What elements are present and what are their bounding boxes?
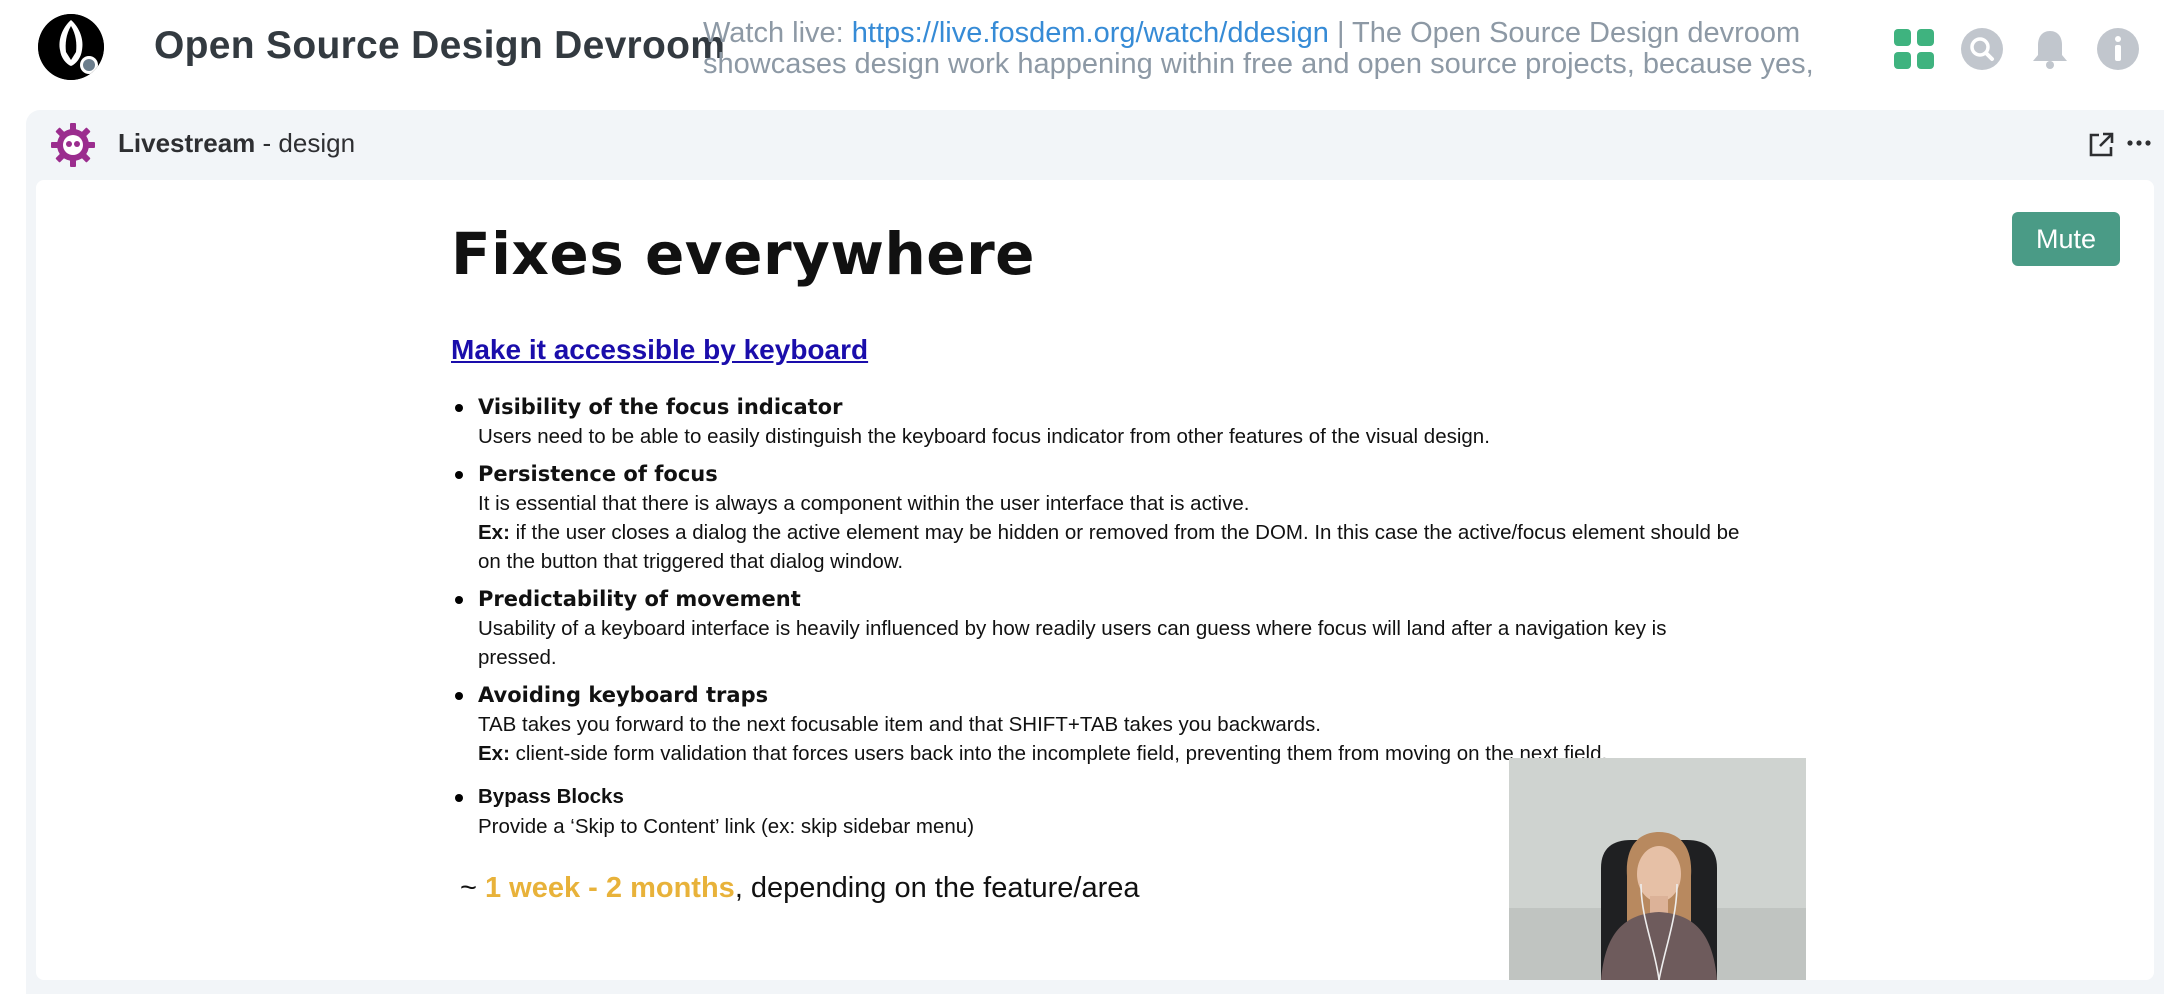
widget-title-bold: Livestream: [118, 128, 256, 158]
room-avatar[interactable]: [38, 14, 104, 80]
bullet-heading: Predictability of movement: [478, 587, 801, 611]
speaker-camera-feed: [1509, 758, 1806, 980]
estimate-text: , depending on the feature/area: [734, 872, 1140, 904]
bullet-heading: Persistence of focus: [478, 462, 718, 486]
example-text: client-side form validation that forces …: [509, 742, 1608, 765]
example-label: Ex:: [478, 521, 510, 544]
widget-title-rest: - design: [255, 128, 356, 158]
example-text: if the user closes a dialog the active e…: [478, 521, 1740, 573]
estimate-prefix: ~: [460, 872, 485, 904]
livestream-video[interactable]: Fixes everywhere Make it accessible by k…: [36, 180, 2154, 980]
bullet-heading: Visibility of the focus indicator: [478, 395, 843, 419]
popout-icon[interactable]: [2086, 130, 2116, 160]
speaker-figure: [1509, 758, 1806, 980]
bullet-text: Users need to be able to easily distingu…: [478, 425, 1490, 448]
room-name: Open Source Design Devroom: [154, 24, 726, 67]
topic-link[interactable]: https://live.fosdem.org/watch/ddesign: [852, 18, 1329, 49]
list-item: Visibility of the focus indicator Users …: [451, 392, 1741, 451]
info-icon[interactable]: [2096, 27, 2140, 71]
time-estimate: ~ 1 week - 2 months, depending on the fe…: [460, 872, 1140, 905]
list-item: Avoiding keyboard traps TAB takes you fo…: [451, 680, 1741, 768]
room-topic[interactable]: Watch live: https://live.fosdem.org/watc…: [703, 18, 1873, 82]
widget-title: Livestream - design: [118, 128, 355, 159]
example-label: Ex:: [478, 742, 510, 765]
list-item: Predictability of movement Usability of …: [451, 584, 1741, 672]
bullet-text: Usability of a keyboard interface is hea…: [478, 617, 1667, 669]
more-options-icon[interactable]: [2124, 128, 2154, 158]
bullet-text: TAB takes you forward to the next focusa…: [478, 713, 1321, 736]
bell-icon[interactable]: [2028, 27, 2072, 71]
bullet-heading: Avoiding keyboard traps: [478, 683, 769, 707]
room-header: Open Source Design Devroom Watch live: h…: [0, 0, 2164, 100]
mute-button[interactable]: Mute: [2012, 212, 2120, 266]
search-icon[interactable]: [1960, 27, 2004, 71]
widget-header: Livestream - design: [26, 110, 2164, 180]
list-item: Persistence of focus It is essential tha…: [451, 459, 1741, 576]
estimate-highlight: 1 week - 2 months: [485, 872, 735, 904]
slide-subheading-link: Make it accessible by keyboard: [451, 334, 869, 365]
bullet-text: It is essential that there is always a c…: [478, 492, 1250, 515]
slide-title: Fixes everywhere: [451, 220, 1036, 288]
bullet-example: Ex: if the user closes a dialog the acti…: [478, 518, 1741, 576]
widget-app-icon: [50, 122, 96, 168]
topic-prefix: Watch live:: [703, 18, 852, 49]
livestream-widget: Livestream - design Fixes everywhere Mak…: [26, 110, 2164, 994]
apps-grid-icon[interactable]: [1892, 27, 1936, 71]
